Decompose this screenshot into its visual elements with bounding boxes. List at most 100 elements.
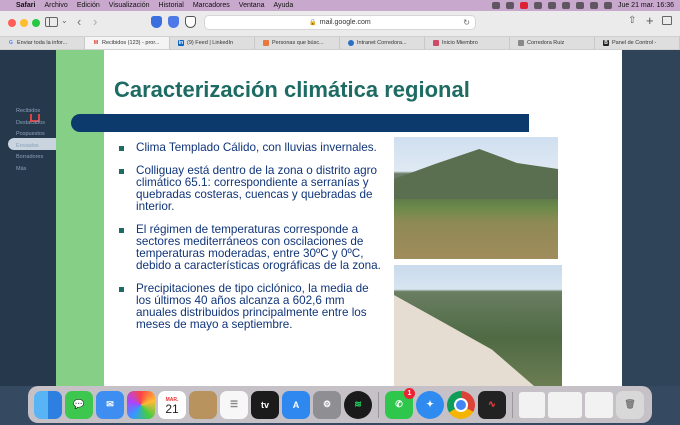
tab-panel-control[interactable]: B Panel de Control - <box>595 37 680 49</box>
tab-label: Intranet Corredora... <box>357 40 407 46</box>
menu-historial[interactable]: Historial <box>159 2 184 9</box>
google-icon: G <box>9 40 13 46</box>
sidebar-item-recibidos[interactable]: Recibidos <box>16 108 40 114</box>
page-icon <box>263 40 269 46</box>
settings-icon[interactable]: ⚙ <box>313 390 341 419</box>
bullet-marker <box>119 287 124 292</box>
tab-linkedin[interactable]: in (9) Feed | LinkedIn <box>170 37 255 49</box>
minimized-window-thumbnail[interactable] <box>548 391 582 418</box>
safari-icon[interactable]: ✦ <box>416 390 444 419</box>
presentation-slide: Caracterización climática regional Clima… <box>56 50 622 386</box>
gmail-content-edge <box>622 50 680 386</box>
battery-icon[interactable] <box>561 2 570 9</box>
minimize-window-button[interactable] <box>20 19 28 27</box>
tab-overview-icon[interactable] <box>662 16 672 25</box>
menu-safari[interactable]: Safari <box>16 2 35 9</box>
tab-label: Personas que búsc... <box>272 40 324 46</box>
dock-divider <box>512 391 513 418</box>
intranet-icon <box>348 40 354 46</box>
menu-bar: Safari Archivo Edición Visualización His… <box>0 0 680 11</box>
sidebar-item-enviados[interactable]: Enviados <box>16 143 39 149</box>
menu-ayuda[interactable]: Ayuda <box>273 2 293 9</box>
sidebar-toggle-icon[interactable] <box>45 17 58 27</box>
address-bar[interactable]: 🔒 mail.google.com ↻ <box>204 15 476 30</box>
url-text: mail.google.com <box>319 19 371 26</box>
status-area: Jue 21 mar. 16:36 <box>491 2 674 9</box>
panel-icon: B <box>603 40 609 46</box>
share-button[interactable]: ⇧ <box>628 15 636 26</box>
whatsapp-icon[interactable]: ✆ 1 <box>385 387 415 419</box>
zoom-window-button[interactable] <box>32 19 40 27</box>
menu-visualizacion[interactable]: Visualización <box>109 2 150 9</box>
clock[interactable]: Jue 21 mar. 16:36 <box>618 2 674 9</box>
appletv-icon[interactable]: tv <box>251 390 279 419</box>
slide-title-bar <box>71 114 529 132</box>
voicememos-icon[interactable]: ∿ <box>478 390 506 419</box>
tab-label: Enviar toda la infor... <box>17 40 68 46</box>
member-icon <box>433 40 439 46</box>
search-icon[interactable] <box>589 2 598 9</box>
tab-label: Recibidos (123) - pror... <box>102 40 160 46</box>
reminders-icon[interactable]: ☰ <box>220 390 248 419</box>
menu-marcadores[interactable]: Marcadores <box>193 2 230 9</box>
sidebar-item-mas[interactable]: Más <box>16 166 26 172</box>
appstore-icon[interactable]: A <box>282 390 310 419</box>
status-icon[interactable] <box>533 2 542 9</box>
menu-edicion[interactable]: Edición <box>77 2 100 9</box>
chrome-icon[interactable] <box>447 390 475 419</box>
sidebar-item-destacados[interactable]: Destacados <box>16 120 45 126</box>
lock-icon: 🔒 <box>309 20 317 26</box>
tab-intranet[interactable]: Intranet Corredora... <box>340 37 425 49</box>
sidebar-item-pospuestos[interactable]: Pospuestos <box>16 131 45 137</box>
tab-personas[interactable]: Personas que búsc... <box>255 37 340 49</box>
bullet-item: Clima Templado Cálido, con lluvias inver… <box>116 142 386 154</box>
minimized-window-thumbnail[interactable] <box>519 391 545 418</box>
close-window-button[interactable] <box>8 19 16 27</box>
status-icon[interactable] <box>491 2 500 9</box>
bullet-marker <box>119 169 124 174</box>
messages-icon[interactable]: 💬 <box>65 390 93 419</box>
minimized-window-thumbnail[interactable] <box>585 391 613 418</box>
photos-icon[interactable] <box>127 390 155 419</box>
bullet-marker <box>119 228 124 233</box>
tab-label: Inicio Miembro <box>442 40 478 46</box>
tab-inicio-miembro[interactable]: Inicio Miembro <box>425 37 510 49</box>
slide-title: Caracterización climática regional <box>114 77 470 102</box>
reload-icon[interactable]: ↻ <box>463 18 470 27</box>
browser-toolbar: ⌄ ‹ › 🔒 mail.google.com ↻ ⇧ + <box>0 11 680 37</box>
new-tab-button[interactable]: + <box>646 13 654 28</box>
bullet-text: Clima Templado Cálido, con lluvias inver… <box>136 141 377 154</box>
extension-icon[interactable] <box>168 16 179 28</box>
linkedin-icon: in <box>178 40 184 46</box>
gmail-sidebar: Recibidos Destacados Pospuestos Enviados… <box>0 50 56 386</box>
calendar-icon[interactable]: MAR. 21 <box>158 390 186 419</box>
bullet-item: Colliguay está dentro de la zona o distr… <box>116 165 386 213</box>
contacts-icon[interactable] <box>189 390 217 419</box>
wifi-icon[interactable] <box>575 2 584 9</box>
bluetooth-icon[interactable] <box>547 2 556 9</box>
control-center-icon[interactable] <box>603 2 612 9</box>
status-icon[interactable] <box>519 2 528 9</box>
menu-archivo[interactable]: Archivo <box>44 2 67 9</box>
chevron-down-icon[interactable]: ⌄ <box>61 16 68 25</box>
tab-gmail[interactable]: M Recibidos (123) - pror... <box>85 37 170 49</box>
spotify-icon[interactable]: ≋ <box>344 390 372 419</box>
tab-corredora-ruiz[interactable]: Corredora Ruiz <box>510 37 595 49</box>
sidebar-item-borradores[interactable]: Borradores <box>16 154 43 160</box>
tab-bar: G Enviar toda la infor... M Recibidos (123… <box>0 37 680 50</box>
mail-icon[interactable]: ✉ <box>96 390 124 419</box>
bullet-item: Precipitaciones de tipo ciclónico, la me… <box>116 283 386 331</box>
trash-icon[interactable]: 🗑 <box>616 390 644 419</box>
privacy-shield-icon[interactable] <box>185 16 196 28</box>
tab-google[interactable]: G Enviar toda la infor... <box>0 37 85 49</box>
back-button[interactable]: ‹ <box>77 14 81 29</box>
forward-button[interactable]: › <box>93 14 97 29</box>
bullet-text: Colliguay está dentro de la zona o distr… <box>136 164 378 213</box>
bullet-text: Precipitaciones de tipo ciclónico, la me… <box>136 282 369 331</box>
status-icon[interactable] <box>505 2 514 9</box>
slide-accent-stripe <box>56 50 104 386</box>
extension-icon[interactable] <box>151 16 162 28</box>
menu-ventana[interactable]: Ventana <box>239 2 265 9</box>
landscape-photo-rocks <box>394 265 562 386</box>
finder-icon[interactable] <box>34 390 62 419</box>
